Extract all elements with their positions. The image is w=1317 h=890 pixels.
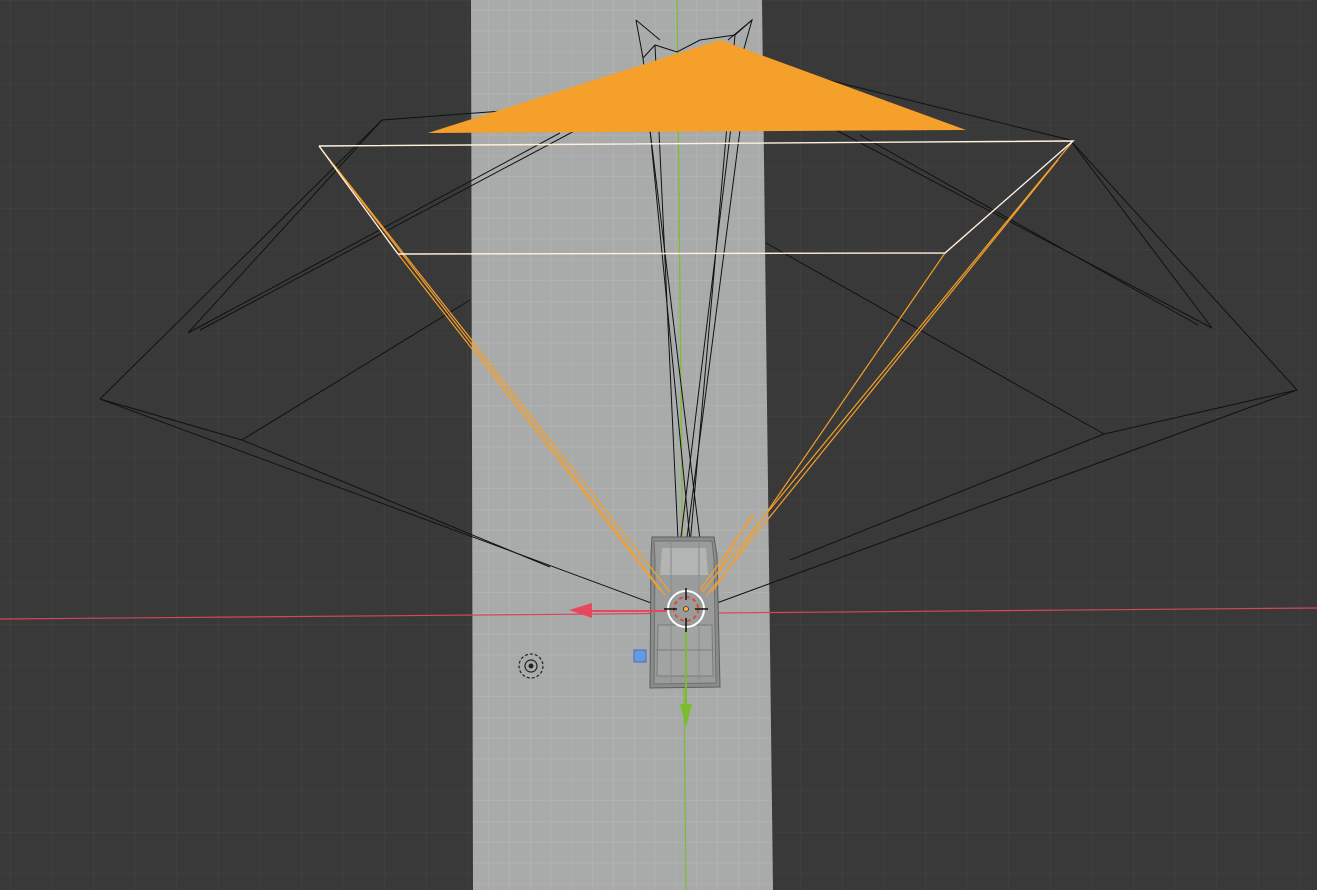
3d-viewport[interactable] [0,0,1317,890]
ground-plane-grid [471,0,773,890]
viewport-canvas[interactable] [0,0,1317,890]
square-handle-icon[interactable] [633,649,647,663]
